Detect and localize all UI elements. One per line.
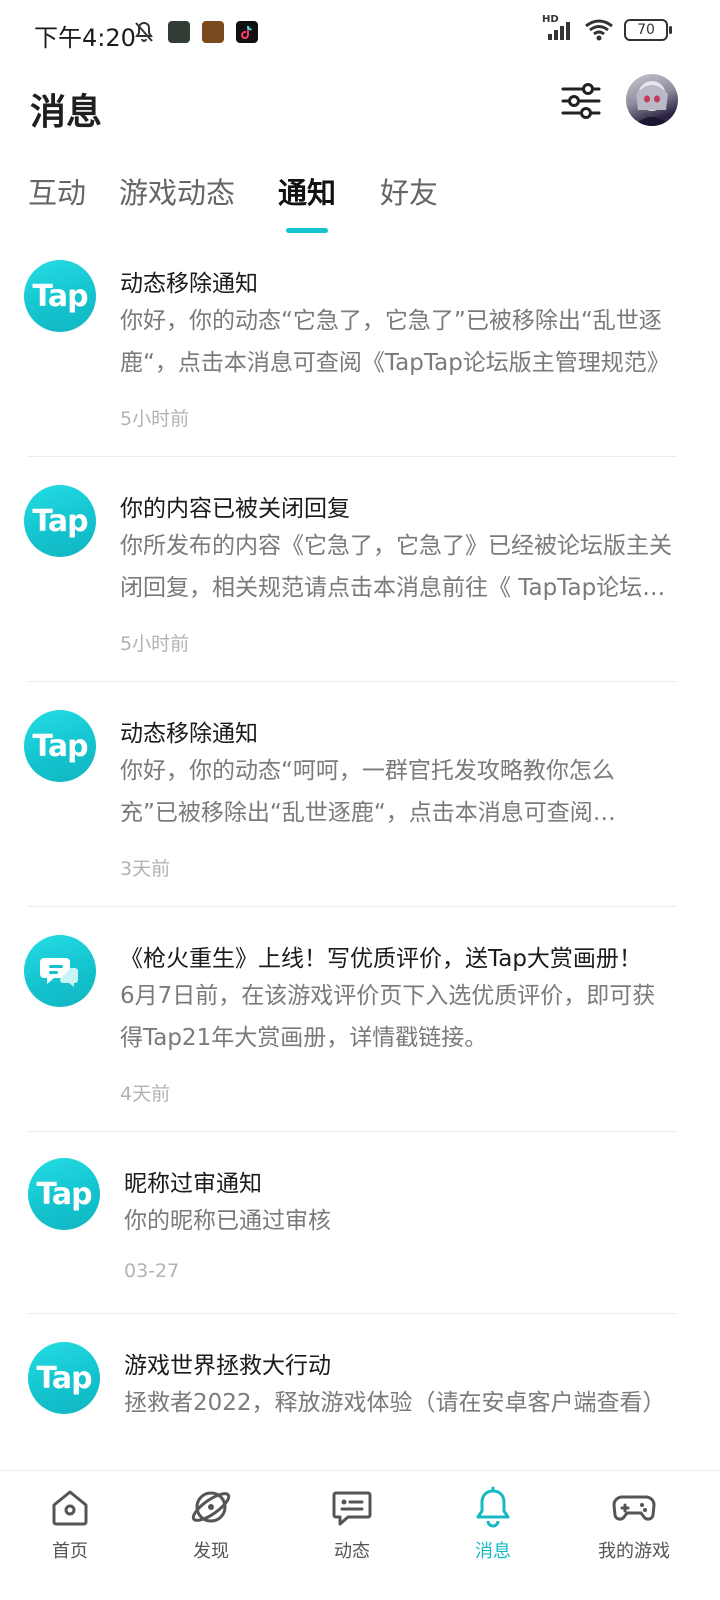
tab-game-updates[interactable]: 游戏动态 [119, 170, 235, 212]
mute-icon [135, 21, 153, 42]
divider [28, 1313, 676, 1314]
sliders-icon [561, 83, 601, 119]
home-icon [52, 1490, 88, 1526]
tiktok-icon [236, 21, 258, 43]
tab-interaction[interactable]: 互动 [28, 170, 86, 212]
notification-time: 03-27 [124, 1260, 180, 1282]
notification-item[interactable]: Tap 昵称过审通知 你的昵称已通过审核 03-27 [0, 1138, 720, 1313]
nav-feed[interactable]: 动态 [292, 1485, 412, 1563]
divider [28, 681, 676, 682]
notification-time: 4天前 [120, 1083, 171, 1105]
app-icon-2 [202, 21, 224, 43]
feed-icon [332, 1491, 372, 1526]
notification-title: 游戏世界拯救大行动 [124, 1353, 331, 1379]
nav-my-games-label: 我的游戏 [598, 1541, 670, 1562]
status-icons-right: HD 70 [542, 14, 672, 42]
tab-notifications[interactable]: 通知 [278, 170, 336, 212]
app-icon-1 [168, 21, 190, 43]
nav-messages[interactable]: 消息 [433, 1485, 553, 1563]
status-bar: 下午4:20 HD 70 [0, 0, 720, 64]
notification-title: 昵称过审通知 [124, 1171, 262, 1197]
taptap-logo-icon: Tap [24, 485, 96, 557]
notification-body: 你所发布的内容《它急了，它急了》已经被论坛版主关闭回复，相关规范请点击本消息前往… [120, 533, 672, 601]
notification-item[interactable]: Tap 动态移除通知 你好，你的动态“它急了，它急了”已被移除出“乱世逐鹿“，点… [0, 238, 720, 456]
status-time: 下午4:20 [34, 24, 136, 52]
filter-button[interactable] [560, 80, 602, 122]
nav-feed-label: 动态 [334, 1541, 370, 1562]
notification-item[interactable]: Tap 游戏世界拯救大行动 拯救者2022，释放游戏体验（请在安卓客户端查看） [0, 1320, 720, 1470]
notification-body: 你好，你的动态“呵呵，一群官托发攻略教你怎么充”已被移除出“乱世逐鹿“，点击本消… [120, 758, 615, 826]
battery-icon: 70 [624, 19, 672, 41]
taptap-logo-text: Tap [36, 1360, 92, 1396]
notification-item[interactable]: Tap 动态移除通知 你好，你的动态“呵呵，一群官托发攻略教你怎么充”已被移除出… [0, 688, 720, 906]
notification-body: 6月7日前，在该游戏评价页下入选优质评价，即可获得Tap21年大赏画册，详情戳链… [120, 983, 656, 1051]
taptap-logo-icon: Tap [24, 710, 96, 782]
bottom-navigation: 首页 发现 动态 消息 我的游戏 [0, 1470, 720, 1600]
taptap-logo-text: Tap [36, 1176, 92, 1212]
tab-friends[interactable]: 好友 [380, 170, 438, 212]
taptap-logo-text: Tap [32, 278, 88, 314]
notification-time: 3天前 [120, 858, 171, 880]
status-icons-left [132, 20, 258, 44]
nav-home[interactable]: 首页 [10, 1485, 130, 1563]
notification-body: 你的昵称已通过审核 [124, 1208, 331, 1234]
app-screen: 下午4:20 HD 70 消息 互动 游戏动态 通知 好友 Tap 动态移除通知… [0, 0, 720, 1600]
wifi-icon [585, 19, 613, 41]
notification-body: 拯救者2022，释放游戏体验（请在安卓客户端查看） [124, 1390, 666, 1416]
divider [28, 1131, 676, 1132]
active-tab-indicator [286, 228, 328, 233]
nav-home-label: 首页 [52, 1541, 88, 1562]
notification-time: 5小时前 [120, 408, 190, 430]
notification-title: 动态移除通知 [120, 271, 258, 297]
page-title: 消息 [30, 92, 103, 133]
user-avatar[interactable] [626, 74, 678, 126]
gamepad-icon [612, 1495, 656, 1521]
notification-time: 5小时前 [120, 633, 190, 655]
notification-title: 《枪火重生》上线！写优质评价，送Tap大赏画册！ [120, 946, 642, 972]
notification-item[interactable]: Tap 你的内容已被关闭回复 你所发布的内容《它急了，它急了》已经被论坛版主关闭… [0, 463, 720, 681]
taptap-logo-icon: Tap [28, 1342, 100, 1414]
notification-title: 动态移除通知 [120, 721, 258, 747]
taptap-logo-icon: Tap [28, 1158, 100, 1230]
nav-discover-label: 发现 [193, 1541, 229, 1562]
taptap-logo-text: Tap [32, 503, 88, 539]
taptap-logo-text: Tap [32, 728, 88, 764]
discover-icon [191, 1491, 231, 1523]
signal-icon: HD [542, 14, 574, 42]
nav-discover[interactable]: 发现 [151, 1485, 271, 1563]
nav-my-games[interactable]: 我的游戏 [574, 1485, 694, 1563]
divider [28, 906, 676, 907]
taptap-logo-icon: Tap [24, 260, 96, 332]
divider [28, 456, 676, 457]
notification-title: 你的内容已被关闭回复 [120, 496, 350, 522]
bell-icon [476, 1486, 510, 1528]
chat-bubble-icon [24, 935, 96, 1007]
notification-item[interactable]: 《枪火重生》上线！写优质评价，送Tap大赏画册！ 6月7日前，在该游戏评价页下入… [0, 913, 720, 1131]
nav-messages-label: 消息 [475, 1541, 511, 1562]
notification-body: 你好，你的动态“它急了，它急了”已被移除出“乱世逐鹿“，点击本消息可查阅《Tap… [120, 308, 670, 376]
